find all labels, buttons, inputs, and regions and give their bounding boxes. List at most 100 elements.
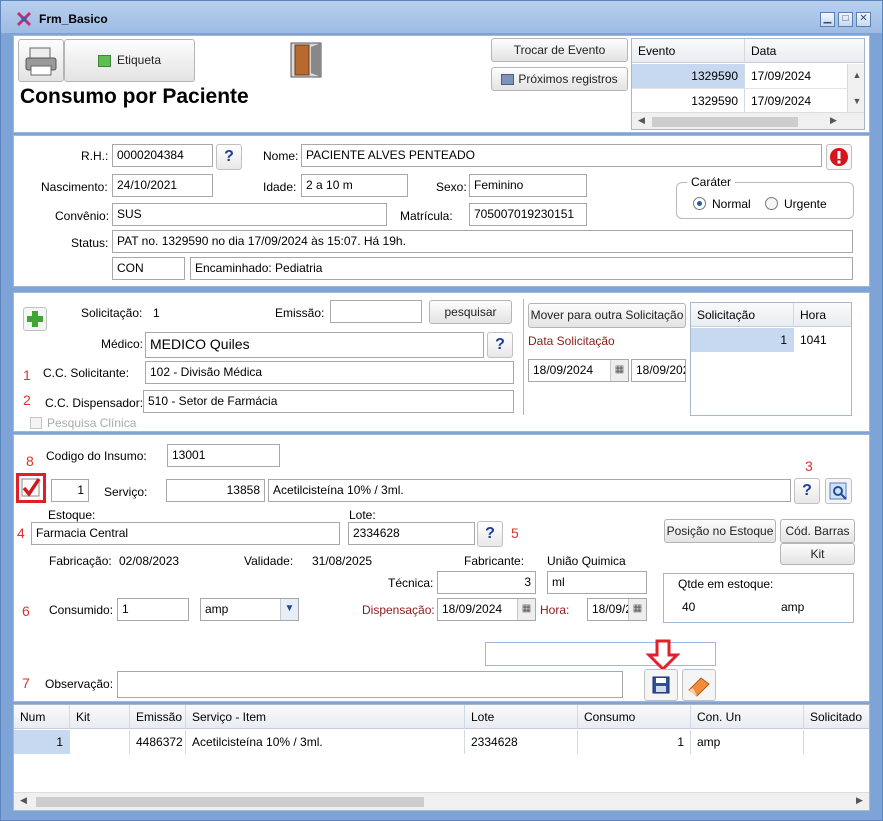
col-servico[interactable]: Serviço - Item [186, 705, 465, 729]
fab-label: Fabricação: [49, 554, 112, 568]
data-sol1-field[interactable]: 18/09/2024 ▦ [528, 359, 629, 382]
cell-lote: 2334628 [465, 730, 578, 754]
col-solicitado[interactable]: Solicitado [804, 705, 869, 729]
table-row[interactable]: 1 1041 [691, 328, 851, 352]
idade-field[interactable]: 2 a 10 m [301, 174, 408, 197]
app-logo-icon [15, 10, 33, 28]
codigo-field[interactable]: 13001 [167, 444, 280, 467]
row-solicitacao: 1 [691, 328, 794, 352]
tecnica-field[interactable]: 3 [437, 571, 536, 594]
medico-field[interactable]: MEDICO Quiles [145, 332, 484, 358]
trocar-evento-button[interactable]: Trocar de Evento [491, 38, 628, 62]
ccdisp-field[interactable]: 510 - Setor de Farmácia [143, 390, 514, 413]
close-button[interactable]: ✕ [856, 12, 871, 27]
hora-label: Hora: [540, 603, 570, 617]
cod-barras-button[interactable]: Cód. Barras [780, 519, 855, 543]
rh-field[interactable]: 0000204384 [112, 144, 213, 167]
encaminhado-field[interactable]: Encaminhado: Pediatria [190, 257, 853, 280]
table-row[interactable]: 1329590 17/09/2024 [632, 88, 848, 113]
qtd-field[interactable]: 1 [51, 479, 89, 502]
calendar-icon[interactable]: ▦ [628, 599, 646, 620]
annotation-3: 3 [805, 458, 813, 474]
col-consumo[interactable]: Consumo [578, 705, 691, 729]
minimize-button[interactable]: ▁ [820, 12, 835, 27]
lote-field[interactable]: 2334628 [348, 522, 475, 545]
unidade-field[interactable]: ml [547, 571, 647, 594]
nome-field[interactable]: PACIENTE ALVES PENTEADO [301, 144, 822, 167]
consumido-unit-select[interactable]: amp ▼ [200, 598, 299, 621]
sexo-field[interactable]: Feminino [469, 174, 587, 197]
servico-help-button[interactable]: ? [794, 478, 820, 504]
col-hora[interactable]: Hora [794, 303, 851, 327]
row-hora: 1041 [794, 328, 851, 352]
divider [523, 299, 524, 415]
emissao-field[interactable] [330, 300, 422, 323]
normal-radio[interactable] [693, 197, 706, 210]
lote-help-button[interactable]: ? [477, 521, 503, 547]
col-solicitacao[interactable]: Solicitação [691, 303, 794, 327]
col-lote[interactable]: Lote [465, 705, 578, 729]
col-emissao[interactable]: Emissão [130, 705, 186, 729]
annotation-7: 7 [22, 675, 30, 691]
chevron-down-icon[interactable]: ▼ [280, 599, 298, 620]
estoque-field[interactable]: Farmacia Central [31, 522, 340, 545]
matricula-field[interactable]: 705007019230151 [469, 203, 587, 226]
carater-label: Caráter [687, 175, 736, 189]
convenio-field[interactable]: SUS [112, 203, 387, 226]
label-icon [97, 54, 111, 67]
con-field[interactable]: CON [112, 257, 185, 280]
row-data: 17/09/2024 [745, 64, 848, 88]
question-icon: ? [495, 336, 505, 353]
title-bar: Frm_Basico ▁ □ ✕ [1, 1, 882, 33]
rh-help-button[interactable]: ? [216, 144, 242, 170]
hora-field[interactable]: 18/09/2024 ▦ [587, 598, 647, 621]
nasc-field[interactable]: 24/10/2021 [112, 174, 213, 197]
disp-value: 18/09/2024 [442, 602, 503, 616]
pesquisa-clinica-checkbox[interactable] [30, 417, 42, 429]
medico-help-button[interactable]: ? [487, 332, 513, 358]
alert-button[interactable] [826, 144, 852, 170]
exit-button[interactable] [284, 39, 330, 82]
select-checkbox[interactable] [16, 473, 46, 503]
urgente-radio[interactable] [765, 197, 778, 210]
obs-field[interactable] [117, 671, 623, 698]
clear-button[interactable] [682, 669, 716, 701]
mover-button[interactable]: Mover para outra Solicitação [528, 303, 686, 328]
posicao-estoque-button[interactable]: Posição no Estoque [664, 519, 776, 543]
proximos-registros-button[interactable]: Próximos registros [491, 67, 628, 91]
maximize-button[interactable]: □ [838, 12, 853, 27]
evento-hscroll[interactable]: ◀ ▶ [632, 112, 864, 129]
annotation-5: 5 [511, 525, 519, 541]
items-hscroll[interactable]: ◀ ▶ [14, 792, 869, 810]
calendar-icon[interactable]: ▦ [610, 360, 628, 381]
add-button[interactable] [23, 307, 47, 331]
items-grid: Num Kit Emissão Serviço - Item Lote Cons… [13, 704, 870, 811]
disp-field[interactable]: 18/09/2024 ▦ [437, 598, 536, 621]
cell-kit [70, 730, 130, 754]
search-product-button[interactable] [825, 478, 852, 504]
kit-button[interactable]: Kit [780, 543, 855, 565]
disp-label: Dispensação: [362, 603, 435, 617]
calendar-icon[interactable]: ▦ [517, 599, 535, 620]
col-con-un[interactable]: Con. Un [691, 705, 804, 729]
evento-vscroll[interactable]: ▲ ▼ [848, 64, 864, 112]
printer-icon [25, 47, 57, 76]
col-num[interactable]: Num [14, 705, 70, 729]
evento-grid-header: Evento Data [632, 39, 864, 63]
table-row[interactable]: 1 4486372 Acetilcisteína 10% / 3ml. 2334… [14, 730, 869, 754]
status-field[interactable]: PAT no. 1329590 no dia 17/09/2024 às 15:… [112, 230, 853, 253]
servico-codigo-field[interactable]: 13858 [166, 479, 265, 502]
lote-label: Lote: [349, 508, 376, 522]
save-button[interactable] [644, 669, 678, 701]
etiqueta-button[interactable]: Etiqueta [64, 39, 195, 82]
print-button[interactable] [18, 39, 64, 82]
col-evento[interactable]: Evento [632, 39, 745, 63]
consumido-field[interactable]: 1 [117, 598, 189, 621]
pesquisar-button[interactable]: pesquisar [429, 300, 512, 324]
servico-descricao-field[interactable]: Acetilcisteína 10% / 3ml. [268, 479, 791, 502]
table-row[interactable]: 1329590 17/09/2024 [632, 64, 848, 88]
ccsol-field[interactable]: 102 - Divisão Médica [145, 361, 514, 384]
col-data[interactable]: Data [745, 39, 864, 63]
col-kit[interactable]: Kit [70, 705, 130, 729]
data-sol2-field[interactable]: 18/09/2024 [631, 359, 686, 382]
